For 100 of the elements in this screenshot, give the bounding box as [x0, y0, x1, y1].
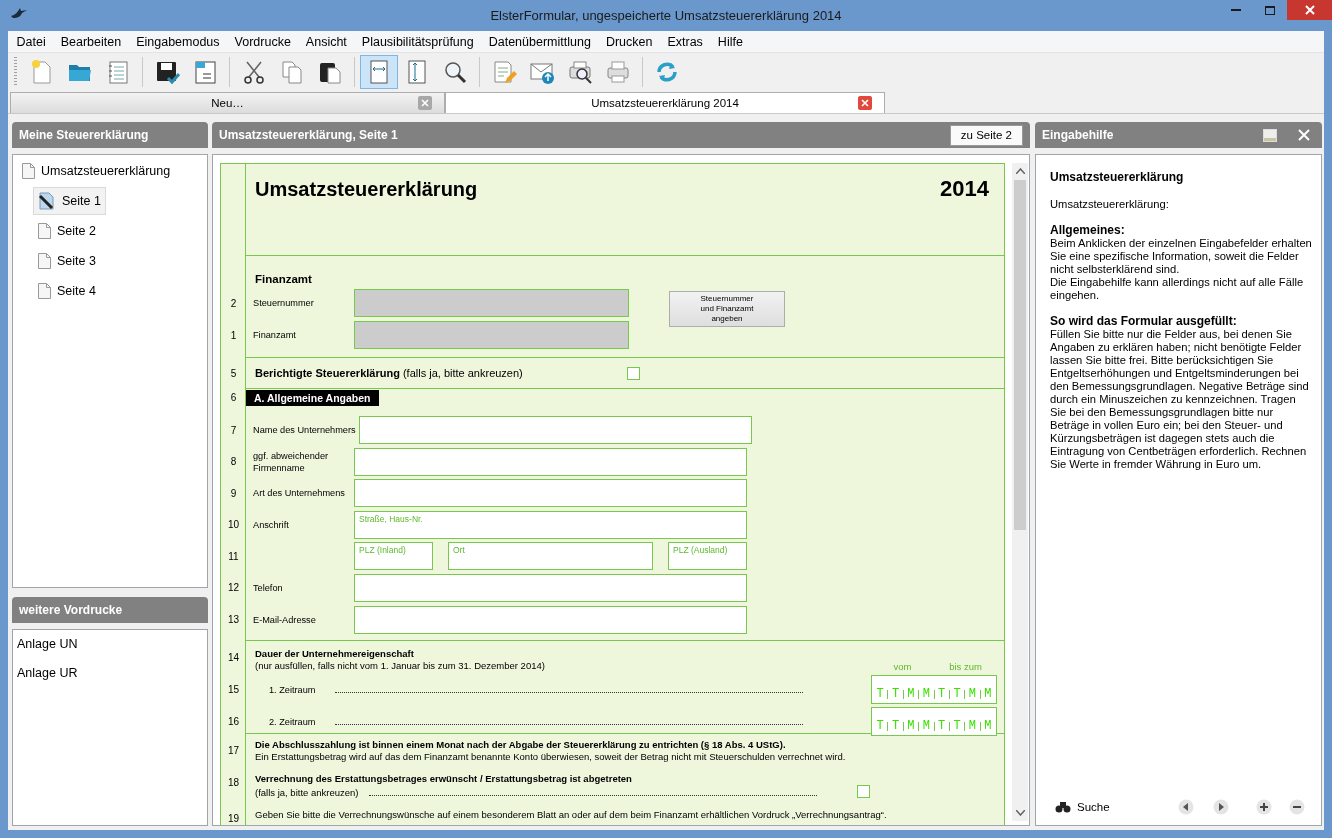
line-number: 14 [226, 652, 241, 663]
menu-item[interactable]: Eingabemodus [128, 34, 228, 49]
input-field[interactable] [354, 321, 629, 349]
section-heading: Finanzamt [255, 273, 312, 285]
tree-label: Umsatzsteuererklärung [41, 164, 171, 178]
panel-title: Eingabehilfe [1042, 128, 1114, 142]
line-number: 9 [229, 487, 238, 499]
line-number: 12 [226, 582, 241, 594]
column-heading: bis zum [948, 661, 983, 672]
column-heading: vom [892, 661, 913, 672]
input-field[interactable] [354, 289, 629, 317]
menu-item[interactable]: Hilfe [710, 34, 751, 49]
input-field[interactable] [354, 447, 747, 476]
calendar-icon [192, 58, 218, 85]
panel-title: Meine Steuererklärung [19, 128, 149, 142]
close-button[interactable] [1287, 0, 1332, 20]
field-label: Telefon [252, 581, 284, 594]
line-number: 10 [226, 519, 241, 531]
line-number: 15 [226, 684, 241, 695]
plus-icon [1256, 799, 1272, 815]
field-label: E-Mail-Adresse [252, 613, 317, 626]
document-icon [22, 163, 35, 179]
field-label: ggf. abweichender Firmenname [252, 449, 330, 474]
line-number: 11 [227, 550, 240, 562]
document-tab[interactable]: Umsatzsteuererklärung 2014 [445, 92, 885, 113]
fit-width-button[interactable] [360, 54, 398, 89]
tree-item[interactable]: Umsatzsteuererklärung [17, 157, 176, 185]
line-number: 18 [226, 777, 241, 788]
field-label: Art des Unternehmens [252, 487, 346, 500]
help-title: Umsatzsteuererklärung [1050, 171, 1185, 184]
zoom-in-button[interactable] [1256, 799, 1272, 815]
search-link[interactable]: Suche [1077, 800, 1110, 814]
menu-item[interactable]: Datei [9, 34, 54, 49]
copy-icon [279, 58, 305, 85]
tree-item[interactable]: Seite 3 [33, 247, 101, 275]
menu-item[interactable]: Ansicht [298, 34, 355, 49]
tree-item[interactable]: Seite 4 [33, 277, 101, 305]
form-list-item[interactable]: Anlage UN [13, 630, 207, 659]
line-number: 13 [226, 614, 241, 626]
period-label: 2. Zeitraum [268, 715, 317, 728]
menu-item[interactable]: Datenübermittlung [481, 34, 599, 49]
checkbox[interactable] [627, 366, 640, 380]
menu-item[interactable]: Plausibilitätsprüfung [354, 34, 482, 49]
scroll-down-icon[interactable] [1015, 810, 1025, 816]
line-number: 17 [226, 745, 241, 756]
menu-item[interactable]: Vordrucke [227, 34, 299, 49]
tree-item[interactable]: Seite 2 [33, 217, 101, 245]
scroll-up-icon[interactable] [1015, 168, 1025, 174]
form-list-item[interactable]: Anlage UR [13, 659, 207, 688]
next-button[interactable] [1213, 799, 1229, 815]
close-icon [1304, 5, 1315, 15]
tax-office-button[interactable]: Steuernummer und Finanzamt angeben [669, 291, 785, 327]
help-text: Umsatzsteuererklärung: [1050, 198, 1170, 211]
help-heading: Allgemeines: [1050, 224, 1126, 237]
input-field[interactable] [354, 573, 747, 602]
tab-close-icon[interactable] [418, 96, 432, 110]
line-number: 1 [229, 329, 238, 341]
section-heading: Dauer der Unternehmereigenschaft [255, 648, 415, 660]
close-icon[interactable] [1298, 129, 1310, 141]
window-title: ElsterFormular, ungespeicherte Umsatzsteuererklärung 2014 [490, 8, 842, 23]
line-number: 2 [229, 297, 238, 309]
zoom-out-button[interactable] [1289, 799, 1305, 815]
period-label: 1. Zeitraum [268, 683, 317, 696]
document-icon [38, 283, 51, 299]
menu-item[interactable]: Drucken [598, 34, 660, 49]
input-field[interactable] [354, 479, 747, 508]
form-title: Umsatzsteuererklärung [255, 177, 478, 201]
scrollbar[interactable] [1012, 163, 1028, 821]
tree-label: Seite 3 [57, 254, 96, 268]
section-heading: A. Allgemeine Angaben [246, 389, 379, 406]
previous-button[interactable] [1178, 799, 1194, 815]
form-note: (falls ja, bitte ankreuzen) [255, 787, 359, 799]
panel-title: Umsatzsteuererklärung, Seite 1 [219, 128, 398, 142]
input-field[interactable] [358, 416, 752, 444]
line-number: 19 [226, 813, 241, 824]
checkbox[interactable] [856, 785, 870, 798]
form-note: Geben Sie bitte die Verrechnungswünsche auf einem besonderem Blatt an oder auf dem beim Finanzamt erhältlichen Vordruck „Verrechnungsantrag“. [255, 809, 888, 821]
form-statement: Die Abschlusszahlung ist binnen einem Monat nach der Abgabe der Steuererklärung zu entrichten (§ 18 Abs. 4 UStG). [255, 739, 787, 751]
dock-icon[interactable] [1263, 128, 1277, 142]
document-tab[interactable]: Neu… [10, 92, 445, 113]
checkbox-label: Berichtigte Steuererklärung (falls ja, bitte ankreuzen) [255, 367, 524, 379]
section-note: (nur ausfüllen, falls nicht vom 1. Januar bis zum 31. Dezember 2014) [255, 660, 545, 672]
binoculars-icon [1055, 801, 1071, 813]
next-page-button[interactable]: zu Seite 2 [949, 124, 1023, 146]
print-preview-icon [567, 58, 593, 85]
line-number: 7 [229, 424, 238, 436]
line-number: 16 [226, 716, 241, 727]
menu-item[interactable]: Bearbeiten [53, 34, 129, 49]
help-text: Die Eingabehilfe kann allerdings nicht auf alle Fälle eingehen. [1050, 276, 1305, 302]
menu-item[interactable]: Extras [659, 34, 711, 49]
input-field[interactable] [354, 605, 747, 634]
scroll-thumb[interactable] [1014, 180, 1026, 530]
tree-item[interactable]: Seite 1 [33, 187, 106, 215]
form-note: Ein Erstattungsbetrag wird auf das dem Finanzamt benannte Konto überwiesen, soweit der Betrag nicht mit Steuerschulden verrechnet wird. [255, 751, 847, 763]
tree-label: Seite 4 [57, 284, 96, 298]
tree-label: Seite 2 [57, 224, 96, 238]
help-text: Füllen Sie bitte nur die Felder aus, bei denen Sie Angaben zu erklären haben; nicht benötigte Felder lassen Sie bitte frei. Bitte berücksichtigen Sie Entgeltserhöhungen und Entgeltsminderungen bei den Bemessungsgrundlagen. Negative Beträge sind durch ein Minuszeichen zu kennzeichnen. Tragen Sie bei den Bemessungsgrundlagen bitte nur Beträge in vollen Euro ein; bei den Steuer- und Kürzungsbeträgen ist dagegen stets auch die Eintragung von Centbeträgen erforderlich. Rechnen Sie Werte in fremder Währung in Euro um. [1050, 328, 1310, 471]
document-pencil-icon [491, 58, 517, 85]
tab-close-icon[interactable] [858, 96, 872, 110]
form-year: 2014 [940, 176, 989, 202]
